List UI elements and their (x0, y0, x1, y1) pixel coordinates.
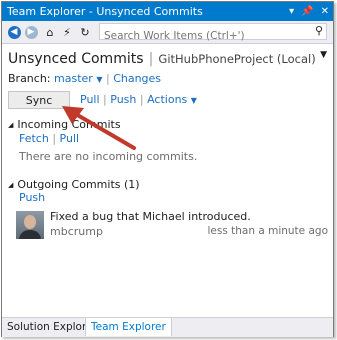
branch-dropdown-icon[interactable]: ▼ (96, 75, 102, 84)
header-separator: | (148, 51, 154, 67)
collapse-triangle-icon[interactable]: ◢ (8, 181, 13, 189)
separator: | (139, 93, 144, 106)
commit-item[interactable]: Fixed a bug that Michael introduced. mbc… (16, 209, 332, 241)
window-dropdown-icon[interactable]: ▾ (289, 2, 294, 21)
branch-selector[interactable]: master (54, 72, 93, 85)
window-title: Team Explorer - Unsynced Commits (7, 5, 203, 18)
pin-icon[interactable]: 📌 (301, 2, 313, 21)
pull-link[interactable]: Pull (80, 93, 100, 106)
collapse-triangle-icon[interactable]: ◢ (8, 121, 13, 129)
fetch-link[interactable]: Fetch (19, 132, 49, 145)
action-links: Pull | Push | Actions ▼ (80, 93, 197, 106)
outgoing-commits-header[interactable]: ◢ Outgoing Commits (1) (8, 178, 140, 191)
branch-row: Branch: master ▼ | Changes (8, 72, 161, 85)
header-dropdown-icon[interactable]: ▼ (320, 50, 327, 60)
branch-label: Branch: (8, 72, 51, 85)
title-bar[interactable]: Team Explorer - Unsynced Commits ▾ 📌 ✕ (2, 2, 333, 21)
commit-message: Fixed a bug that Michael introduced. (50, 210, 251, 223)
search-work-items[interactable]: ⚲ (99, 23, 327, 44)
plug-icon[interactable]: ⚡ (59, 24, 75, 40)
changes-link[interactable]: Changes (113, 72, 161, 85)
incoming-pull-link[interactable]: Pull (60, 132, 80, 145)
tab-team-explorer[interactable]: Team Explorer (85, 318, 172, 336)
actions-menu[interactable]: Actions (147, 93, 187, 106)
separator: | (52, 132, 57, 145)
avatar-body (19, 230, 41, 239)
incoming-commits-title: Incoming Commits (17, 118, 121, 131)
actions-dropdown-icon[interactable]: ▼ (191, 96, 197, 105)
refresh-icon[interactable]: ↻ (77, 24, 93, 40)
title-bar-buttons: ▾ 📌 ✕ (289, 2, 329, 21)
incoming-commits-header[interactable]: ◢ Incoming Commits (8, 118, 121, 131)
push-link[interactable]: Push (110, 93, 136, 106)
no-incoming-message: There are no incoming commits. (19, 150, 198, 163)
close-icon[interactable]: ✕ (321, 2, 329, 21)
commit-time: less than a minute ago (207, 225, 328, 237)
sync-button[interactable]: Sync (8, 91, 70, 109)
page-title: Unsynced Commits (8, 51, 144, 67)
outgoing-push-link[interactable]: Push (19, 191, 45, 204)
avatar-head (24, 215, 36, 229)
outgoing-commits-title: Outgoing Commits (1) (17, 178, 140, 191)
project-name: GitHubPhoneProject (Local) (158, 52, 316, 66)
bottom-tab-strip: Solution Explorer Team Explorer (2, 317, 333, 337)
separator: | (105, 72, 110, 85)
home-icon[interactable]: ⌂ (42, 24, 58, 40)
toolbar: ◀ ▶ ⌂ ⚡ ↻ ⚲ (2, 21, 333, 44)
forward-arrow-icon[interactable]: ▶ (23, 24, 39, 40)
search-icon[interactable]: ⚲ (315, 24, 323, 37)
author-avatar (16, 211, 44, 239)
outgoing-links: Push (19, 191, 45, 204)
commit-author: mbcrump (50, 225, 103, 238)
back-arrow-icon[interactable]: ◀ (6, 24, 22, 40)
separator: | (103, 93, 107, 106)
team-explorer-window: Team Explorer - Unsynced Commits ▾ 📌 ✕ ◀… (1, 1, 334, 337)
search-input[interactable] (100, 28, 308, 44)
page-header: Unsynced Commits | GitHubPhoneProject (L… (8, 48, 316, 67)
incoming-links: Fetch | Pull (19, 132, 79, 145)
